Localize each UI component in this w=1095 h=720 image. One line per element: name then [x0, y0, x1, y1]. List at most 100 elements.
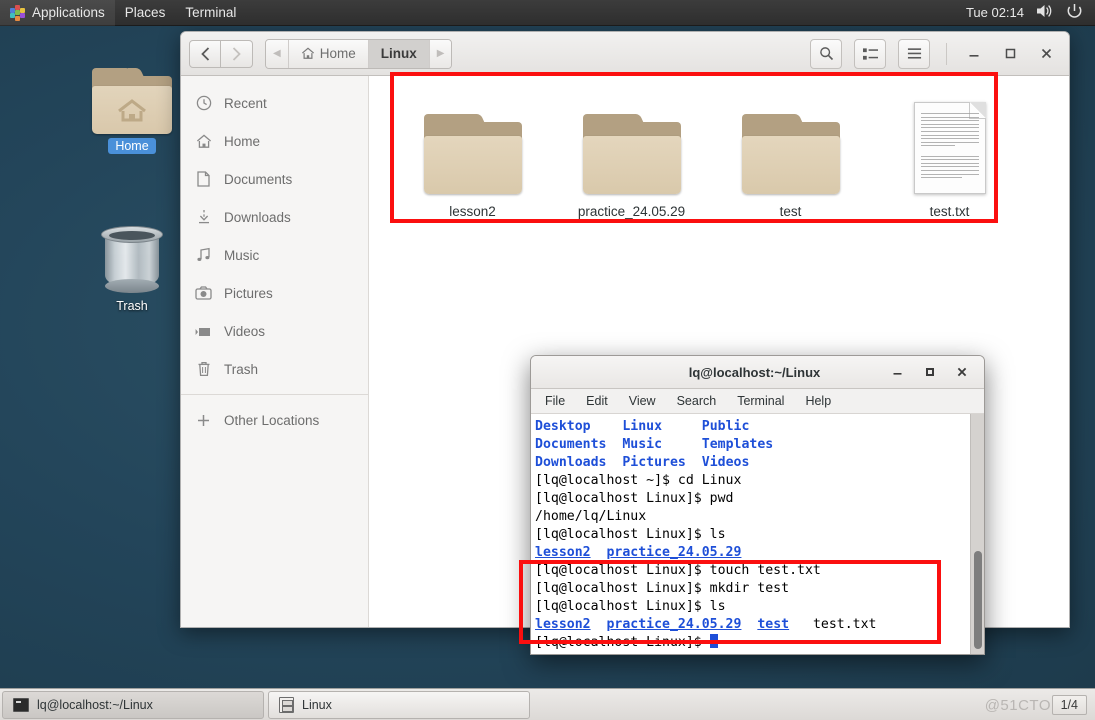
close-icon [957, 367, 967, 377]
terminal-title-label: lq@localhost:~/Linux [688, 364, 821, 380]
sidebar-item-label: Home [224, 133, 261, 149]
terminal-line: lesson2 practice_24.05.29 test test.txt [535, 617, 877, 632]
terminal-scrollbar[interactable] [970, 414, 984, 654]
trash-icon [195, 361, 212, 378]
file-manager-icon [279, 696, 294, 713]
sidebar-item-other-locations[interactable]: Other Locations [181, 401, 368, 439]
breadcrumb: ◀ Home Linux ▶ [265, 38, 453, 69]
file-name-label: test.txt [929, 204, 970, 219]
menu-item-edit[interactable]: Edit [586, 394, 608, 408]
view-toggle-button[interactable] [854, 38, 886, 69]
sidebar-item-label: Videos [224, 323, 266, 339]
text-document-icon [913, 102, 986, 194]
clock-icon [195, 95, 212, 112]
folder-icon [92, 68, 172, 134]
navigation-buttons [189, 39, 253, 68]
sidebar-item-label: Pictures [224, 285, 273, 301]
terminal-line: Downloads Pictures Videos [535, 455, 750, 470]
sidebar-item-label: Trash [224, 361, 259, 377]
file-item-lesson2[interactable]: lesson2 [393, 102, 552, 219]
desktop: Home Trash ◀ Home Linux ▶ Recent Home Do… [0, 0, 1095, 720]
download-icon [195, 209, 212, 226]
file-icon-wrap [393, 102, 552, 194]
trash-icon [99, 222, 165, 294]
places-menu[interactable]: Places [115, 0, 176, 26]
maximize-button[interactable] [995, 39, 1025, 69]
volume-icon[interactable] [1036, 3, 1054, 22]
menu-item-search[interactable]: Search [677, 394, 717, 408]
workspace-indicator[interactable]: 1/4 [1051, 694, 1087, 715]
menu-item-file[interactable]: File [545, 394, 565, 408]
video-icon [195, 323, 212, 340]
terminal-line: [lq@localhost ~]$ cd Linux [535, 473, 742, 488]
terminal-output[interactable]: Desktop Linux Public Documents Music Temp… [531, 414, 984, 654]
sidebar-item-pictures[interactable]: Pictures [181, 274, 368, 312]
folder-icon [423, 114, 522, 194]
terminal-menu[interactable]: Terminal [175, 0, 246, 26]
scrollbar-thumb[interactable] [974, 551, 982, 649]
folder-icon [582, 114, 681, 194]
file-item-test[interactable]: test [711, 102, 870, 219]
top-panel: Applications Places Terminal Tue 02:14 [0, 0, 1095, 26]
close-button[interactable] [1031, 39, 1061, 69]
desktop-icon-trash[interactable]: Trash [84, 222, 180, 314]
terminal-line: /home/lq/Linux [535, 509, 647, 524]
menu-item-view[interactable]: View [629, 394, 656, 408]
desktop-icon-label: Home [108, 138, 156, 154]
sidebar-item-trash[interactable]: Trash [181, 350, 368, 388]
file-item-practice[interactable]: practice_24.05.29 [552, 102, 711, 219]
home-icon [195, 133, 212, 150]
sidebar-item-downloads[interactable]: Downloads [181, 198, 368, 236]
menu-item-terminal[interactable]: Terminal [737, 394, 784, 408]
applications-icon [10, 4, 26, 21]
file-icon-wrap [711, 102, 870, 194]
taskbar-item-terminal[interactable]: lq@localhost:~/Linux [2, 690, 264, 719]
minimize-icon [893, 373, 902, 375]
terminal-cursor [709, 634, 718, 648]
terminal-close-button[interactable] [946, 356, 978, 389]
terminal-minimize-button[interactable] [882, 356, 914, 389]
taskbar-item-label: lq@localhost:~/Linux [37, 697, 153, 712]
menu-button[interactable] [898, 38, 930, 69]
minimize-icon [969, 54, 978, 57]
plus-icon [195, 412, 212, 429]
terminal-menubar: File Edit View Search Terminal Help [531, 389, 984, 414]
breadcrumb-scroll-right[interactable]: ▶ [429, 39, 452, 68]
terminal-line: [lq@localhost Linux]$ pwd [535, 491, 734, 506]
desktop-icon-home[interactable]: Home [84, 68, 180, 154]
breadcrumb-item-home[interactable]: Home [288, 39, 369, 68]
terminal-line: lesson2 practice_24.05.29 [535, 545, 742, 560]
taskbar-item-files[interactable]: Linux [268, 690, 530, 719]
breadcrumb-scroll-left[interactable]: ◀ [266, 39, 289, 68]
close-icon [1041, 48, 1051, 59]
breadcrumb-item-linux[interactable]: Linux [368, 39, 430, 68]
sidebar-item-home[interactable]: Home [181, 122, 368, 160]
back-button[interactable] [189, 39, 221, 68]
sidebar-item-recent[interactable]: Recent [181, 84, 368, 122]
forward-button[interactable] [221, 39, 253, 68]
search-button[interactable] [810, 38, 842, 69]
minimize-button[interactable] [959, 39, 989, 69]
menu-item-help[interactable]: Help [805, 394, 831, 408]
document-icon [195, 171, 212, 188]
terminal-menu-label: Terminal [185, 5, 237, 20]
terminal-titlebar: lq@localhost:~/Linux [531, 356, 984, 389]
applications-menu-label: Applications [32, 5, 105, 20]
power-icon[interactable] [1066, 3, 1083, 23]
file-grid: lesson2 practice_24.05.29 test test.txt [369, 76, 1069, 219]
top-panel-status-area: Tue 02:14 [966, 3, 1095, 23]
music-note-icon [195, 247, 212, 264]
search-icon [819, 47, 833, 61]
terminal-maximize-button[interactable] [914, 356, 946, 389]
sidebar: Recent Home Documents Downloads Music Pi… [181, 76, 369, 627]
sidebar-item-videos[interactable]: Videos [181, 312, 368, 350]
file-icon-wrap [552, 102, 711, 194]
taskbar: lq@localhost:~/Linux Linux 1/4 [0, 688, 1095, 720]
maximize-icon [926, 368, 934, 376]
sidebar-item-music[interactable]: Music [181, 236, 368, 274]
applications-menu[interactable]: Applications [0, 0, 115, 26]
sidebar-item-documents[interactable]: Documents [181, 160, 368, 198]
file-item-test-txt[interactable]: test.txt [870, 102, 1029, 219]
clock-label[interactable]: Tue 02:14 [966, 5, 1024, 20]
sidebar-item-label: Other Locations [224, 412, 320, 428]
